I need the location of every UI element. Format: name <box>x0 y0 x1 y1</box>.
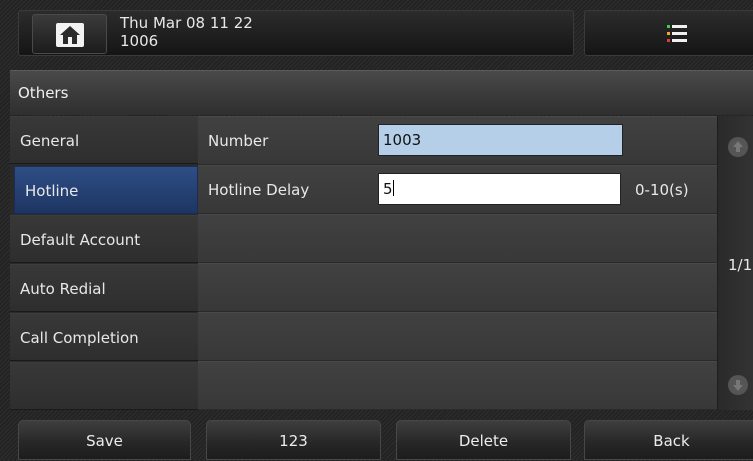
page-indicator: 1/1 <box>728 256 753 274</box>
sidebar-item-call-completion[interactable]: Call Completion <box>10 313 198 361</box>
page-title: Others <box>18 84 69 102</box>
arrow-down-icon[interactable] <box>727 374 749 396</box>
hotline-delay-value: 5 <box>383 180 393 198</box>
number-row: Number 1003 <box>198 116 717 165</box>
home-icon <box>56 23 84 47</box>
input-mode-button[interactable]: 123 <box>206 420 381 460</box>
sidebar-item-empty <box>10 362 198 410</box>
empty-row <box>198 263 717 312</box>
text-cursor <box>392 180 394 196</box>
empty-row <box>198 312 717 361</box>
hotline-delay-field[interactable]: 5 <box>378 173 621 205</box>
hotline-delay-range: 0-10(s) <box>635 181 689 199</box>
save-button[interactable]: Save <box>18 420 191 460</box>
sidebar-item-general[interactable]: General <box>10 116 198 164</box>
sidebar-item-default-account[interactable]: Default Account <box>10 215 198 263</box>
softkey-bar: Save 123 Delete Back <box>0 414 753 460</box>
number-label: Number <box>208 132 269 150</box>
sidebar-item-hotline[interactable]: Hotline <box>14 166 198 214</box>
home-button[interactable] <box>32 14 107 54</box>
date-time: Thu Mar 08 11 22 <box>120 14 253 32</box>
delete-button[interactable]: Delete <box>396 420 571 460</box>
hotline-delay-label: Hotline Delay <box>208 181 310 199</box>
sidebar: General Hotline Default Account Auto Red… <box>10 116 198 410</box>
empty-row <box>198 214 717 263</box>
number-field[interactable]: 1003 <box>378 124 623 156</box>
menu-list-icon <box>667 25 687 42</box>
empty-row <box>198 361 717 410</box>
back-button[interactable]: Back <box>584 420 753 460</box>
arrow-up-icon[interactable] <box>727 136 749 158</box>
menu-button[interactable] <box>584 10 753 56</box>
sidebar-item-auto-redial[interactable]: Auto Redial <box>10 264 198 312</box>
account-extension: 1006 <box>120 32 159 50</box>
panel-title-bar <box>10 70 753 115</box>
hotline-delay-row: Hotline Delay 5 0-10(s) <box>198 165 717 214</box>
settings-form: Number 1003 Hotline Delay 5 0-10(s) <box>198 116 717 410</box>
